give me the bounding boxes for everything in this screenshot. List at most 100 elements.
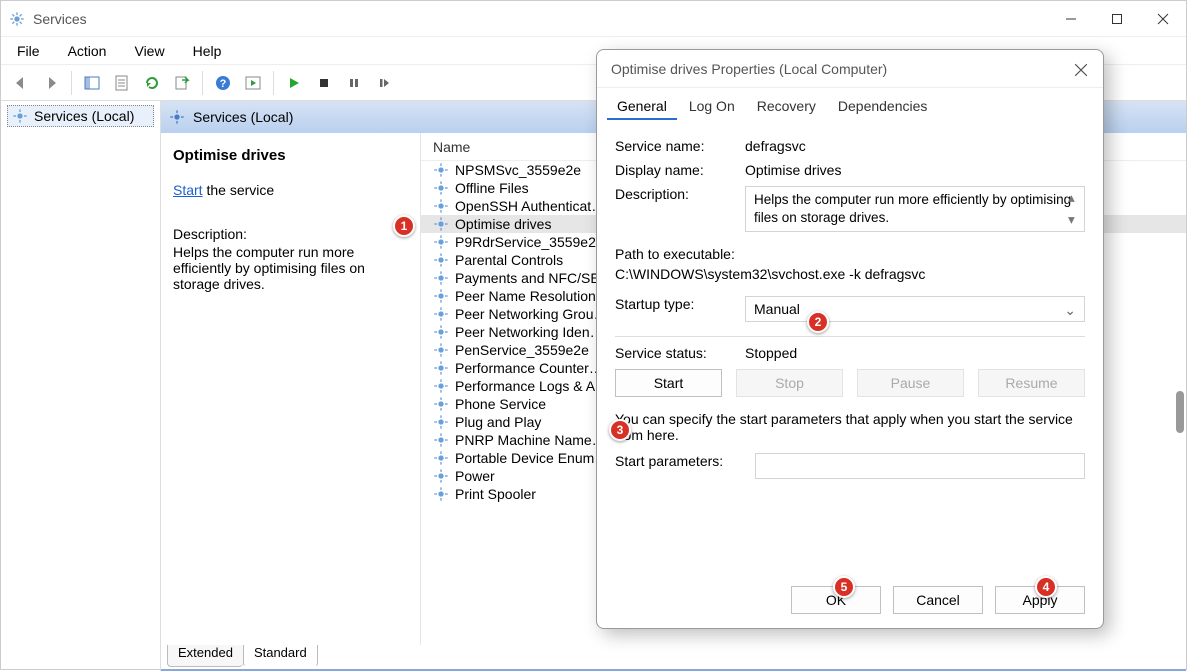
menu-file[interactable]: File: [13, 41, 44, 61]
back-button[interactable]: [7, 69, 35, 97]
display-name-value: Optimise drives: [745, 162, 1085, 178]
service-name: Peer Networking Iden…: [455, 324, 604, 340]
tab-recovery[interactable]: Recovery: [747, 94, 826, 120]
gear-icon: [433, 324, 449, 340]
footer-tabs: Extended Standard: [167, 645, 318, 667]
gear-icon: [433, 252, 449, 268]
start-button[interactable]: Start: [615, 369, 722, 397]
gear-icon: [433, 342, 449, 358]
gear-icon: [433, 414, 449, 430]
annotation-5: 5: [833, 576, 855, 598]
titlebar: Services: [1, 1, 1186, 37]
tree-pane: Services (Local): [1, 101, 161, 671]
detail-pane: Optimise drives Start the service Descri…: [161, 133, 421, 645]
tree-root[interactable]: Services (Local): [7, 105, 154, 127]
restart-service-button[interactable]: [370, 69, 398, 97]
stop-service-button[interactable]: [310, 69, 338, 97]
export-button[interactable]: [168, 69, 196, 97]
pause-button: Pause: [857, 369, 964, 397]
pause-service-button[interactable]: [340, 69, 368, 97]
gear-icon: [169, 109, 185, 125]
minimize-button[interactable]: [1048, 1, 1094, 37]
action-button[interactable]: [239, 69, 267, 97]
tab-general[interactable]: General: [607, 94, 677, 120]
description-box[interactable]: Helps the computer run more efficiently …: [745, 186, 1085, 232]
maximize-button[interactable]: [1094, 1, 1140, 37]
service-name: Phone Service: [455, 396, 546, 412]
service-name: Plug and Play: [455, 414, 541, 430]
service-status-label: Service status:: [615, 345, 735, 361]
annotation-2: 2: [807, 311, 829, 333]
description-value: Helps the computer run more efficiently …: [754, 192, 1071, 225]
chevron-down-icon: ⌄: [1064, 302, 1076, 319]
service-name: Performance Counter…: [455, 360, 603, 376]
gear-icon: [433, 396, 449, 412]
resume-button: Resume: [978, 369, 1085, 397]
menu-view[interactable]: View: [130, 41, 168, 61]
description-text: Helps the computer run more efficiently …: [173, 244, 408, 292]
scroll-up-icon[interactable]: ▴: [1068, 189, 1082, 207]
stop-button: Stop: [736, 369, 843, 397]
tab-logon[interactable]: Log On: [679, 94, 745, 120]
services-icon: [9, 11, 25, 27]
startup-type-label: Startup type:: [615, 296, 735, 312]
start-service-button[interactable]: [280, 69, 308, 97]
annotation-3: 3: [609, 419, 631, 441]
show-hide-tree-button[interactable]: [78, 69, 106, 97]
service-name: P9RdrService_3559e2e: [455, 234, 604, 250]
dialog-tabs: General Log On Recovery Dependencies: [597, 88, 1103, 120]
tab-dependencies[interactable]: Dependencies: [828, 94, 938, 120]
menu-help[interactable]: Help: [189, 41, 226, 61]
gear-icon: [433, 432, 449, 448]
path-value: C:\WINDOWS\system32\svchost.exe -k defra…: [615, 266, 1085, 282]
gear-icon: [433, 162, 449, 178]
detail-heading: Optimise drives: [173, 147, 408, 164]
scroll-down-icon[interactable]: ▾: [1068, 211, 1082, 229]
display-name-label: Display name:: [615, 162, 735, 178]
dialog-close-button[interactable]: [1069, 58, 1093, 82]
gear-icon: [433, 486, 449, 502]
startup-type-value: Manual: [754, 301, 800, 317]
start-params-label: Start parameters:: [615, 453, 745, 469]
close-button[interactable]: [1140, 1, 1186, 37]
service-name: Payments and NFC/SE…: [455, 270, 614, 286]
window-title: Services: [33, 11, 87, 27]
service-name: Parental Controls: [455, 252, 563, 268]
gear-icon: [433, 180, 449, 196]
refresh-button[interactable]: [138, 69, 166, 97]
annotation-1: 1: [393, 215, 415, 237]
service-name: Peer Networking Grou…: [455, 306, 608, 322]
service-name: Portable Device Enum…: [455, 450, 608, 466]
service-name-label: Service name:: [615, 138, 735, 154]
dialog-title: Optimise drives Properties (Local Comput…: [597, 50, 1103, 88]
gear-icon: [12, 108, 28, 124]
gear-icon: [433, 450, 449, 466]
service-name: OpenSSH Authenticat…: [455, 198, 605, 214]
gear-icon: [433, 216, 449, 232]
properties-button[interactable]: [108, 69, 136, 97]
start-params-input[interactable]: [755, 453, 1085, 479]
service-name: PenService_3559e2e: [455, 342, 589, 358]
service-name: NPSMSvc_3559e2e: [455, 162, 581, 178]
menu-action[interactable]: Action: [64, 41, 111, 61]
gear-icon: [433, 270, 449, 286]
cancel-button[interactable]: Cancel: [893, 586, 983, 614]
description-label: Description:: [173, 226, 408, 242]
startup-type-select[interactable]: Manual ⌄: [745, 296, 1085, 322]
help-button[interactable]: ?: [209, 69, 237, 97]
gear-icon: [433, 468, 449, 484]
service-name: PNRP Machine Name…: [455, 432, 606, 448]
path-label: Path to executable:: [615, 246, 1085, 262]
gear-icon: [433, 306, 449, 322]
scrollbar-thumb[interactable]: [1176, 391, 1184, 433]
tab-standard[interactable]: Standard: [243, 645, 318, 667]
tab-extended[interactable]: Extended: [167, 645, 243, 667]
service-name-value: defragsvc: [745, 138, 1085, 154]
gear-icon: [433, 360, 449, 376]
gear-icon: [433, 378, 449, 394]
start-link[interactable]: Start: [173, 182, 203, 198]
properties-dialog: Optimise drives Properties (Local Comput…: [596, 49, 1104, 629]
forward-button[interactable]: [37, 69, 65, 97]
service-status-value: Stopped: [745, 345, 1085, 361]
service-name: Print Spooler: [455, 486, 536, 502]
